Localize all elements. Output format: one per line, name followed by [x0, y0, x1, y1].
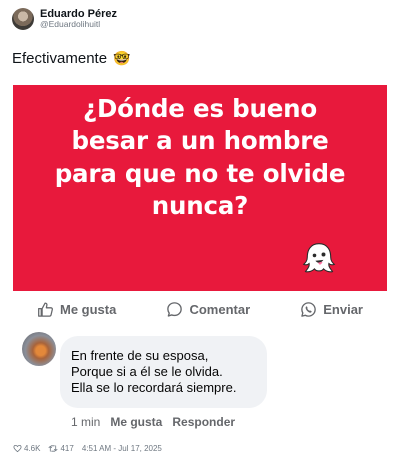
author-block: Eduardo Pérez @Eduardolihuitl	[40, 8, 117, 29]
retweets-metric[interactable]: 417	[48, 444, 74, 453]
thumbs-up-icon	[38, 301, 53, 317]
ghost-sticker-icon	[302, 243, 336, 273]
post-question-line: ¿Dónde es bueno	[82, 94, 318, 123]
like-label: Me gusta	[60, 301, 117, 317]
post-question-line: nunca?	[151, 190, 249, 220]
comment-label: Comentar	[189, 301, 251, 317]
post-question-line: para que no te olvide	[54, 158, 346, 188]
like-button[interactable]: Me gusta	[37, 301, 116, 318]
post-question-line: besar a un hombre	[71, 126, 329, 156]
author-avatar[interactable]	[12, 8, 34, 30]
tweet-text: Efectivamente 🤓	[12, 50, 131, 67]
comment-line: En frente de su esposa,	[71, 348, 209, 363]
commenter-avatar[interactable]	[22, 332, 56, 366]
likes-metric[interactable]: 4.6K	[13, 444, 40, 453]
comment-actions: 1 min Me gusta Responder	[71, 415, 235, 429]
send-button[interactable]: Enviar	[300, 301, 363, 318]
comment-bubble: En frente de su esposa, Porque si a él s…	[60, 336, 267, 408]
likes-count: 4.6K	[24, 444, 41, 453]
author-handle[interactable]: @Eduardolihuitl	[40, 20, 117, 30]
comment-line: Porque si a él se le olvida.	[71, 364, 223, 379]
comment-reply-link[interactable]: Responder	[172, 415, 235, 429]
tweet-timestamp[interactable]: 4:51 AM - Jul 17, 2025	[82, 444, 162, 453]
comment-like-link[interactable]: Me gusta	[110, 415, 162, 429]
heart-icon	[13, 444, 22, 453]
tweet-header: Eduardo Pérez @Eduardolihuitl	[12, 8, 117, 30]
comment-button[interactable]: Comentar	[166, 301, 250, 318]
tweet-text-body: Efectivamente	[12, 50, 108, 67]
send-label: Enviar	[323, 301, 363, 317]
post-action-bar: Me gusta Comentar Enviar	[13, 296, 387, 322]
post-image[interactable]: ¿Dónde es bueno besar a un hombre para q…	[13, 85, 387, 291]
post-question: ¿Dónde es bueno besar a un hombre para q…	[13, 93, 387, 222]
nerd-face-emoji: 🤓	[113, 50, 131, 66]
comment-text: En frente de su esposa, Porque si a él s…	[71, 348, 257, 396]
retweet-icon	[49, 445, 58, 452]
comment-line: Ella se lo recordará siempre.	[71, 380, 237, 395]
speech-bubble-icon	[167, 301, 183, 317]
whatsapp-icon	[301, 301, 317, 317]
retweets-count: 417	[60, 444, 74, 453]
tweet-footer: 4.6K 417 4:51 AM - Jul 17, 2025	[13, 444, 162, 453]
comment-time: 1 min	[71, 415, 101, 429]
